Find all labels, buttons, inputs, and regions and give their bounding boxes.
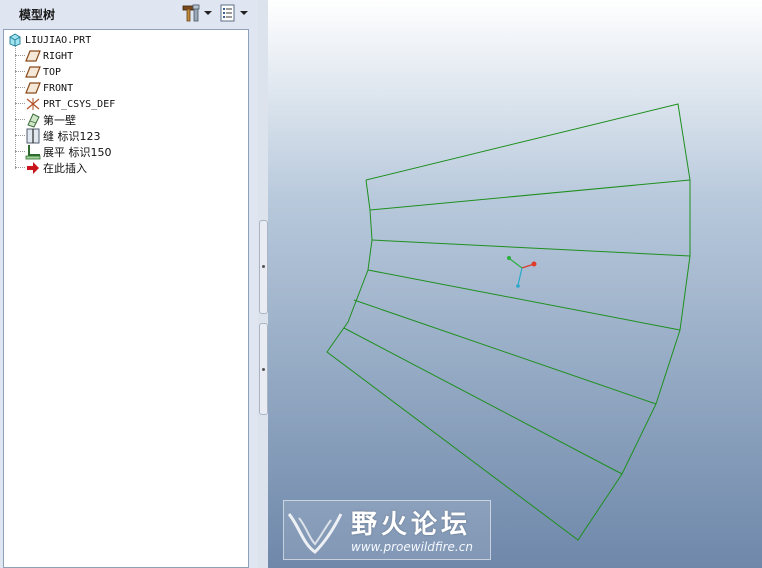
unbend-feature-icon <box>25 144 41 160</box>
tree-item-label: RIGHT <box>43 50 74 62</box>
model-tree-panel: 模型树 LIUJIAO.PRT RIGHT TOP FRONT PRT_CSYS… <box>0 0 259 568</box>
model-tree-header: 模型树 <box>0 0 258 28</box>
fold-line <box>369 179 691 211</box>
tree-connector <box>15 119 25 120</box>
flattened-geometry <box>326 103 691 541</box>
watermark-title: 野火论坛 <box>351 510 472 540</box>
datum-plane-icon <box>25 80 41 96</box>
outline-outer-edge <box>326 103 691 541</box>
grip-dot-icon <box>262 368 265 371</box>
tree-item-label: 缝 标识123 <box>43 130 101 143</box>
chevron-down-icon <box>240 11 248 15</box>
fold-line <box>343 327 623 475</box>
flame-logo-icon <box>285 504 345 560</box>
tree-item-label: 在此插入 <box>43 162 87 175</box>
coordinate-triad-icon <box>507 256 537 288</box>
coordinate-system-icon <box>25 96 41 112</box>
tree-connector <box>15 103 25 104</box>
splitter-grip[interactable] <box>259 323 268 415</box>
rip-feature-icon <box>25 128 41 144</box>
grip-dot-icon <box>262 265 265 268</box>
datum-plane-icon <box>25 48 41 64</box>
chevron-down-icon <box>204 11 212 15</box>
fold-line <box>353 299 657 405</box>
tree-item-front[interactable]: FRONT <box>25 80 73 96</box>
tree-item-label: 展平 标识150 <box>43 146 112 159</box>
tree-item-csys[interactable]: PRT_CSYS_DEF <box>25 96 115 112</box>
fold-line <box>371 239 691 257</box>
forum-watermark: 野火论坛 www.proewildfire.cn <box>283 500 491 560</box>
part-icon <box>7 32 23 48</box>
tree-item-label: 第一壁 <box>43 114 76 127</box>
sheetmetal-wall-icon <box>25 112 41 128</box>
tree-item-right[interactable]: RIGHT <box>25 48 73 64</box>
tree-connector <box>15 167 25 168</box>
datum-plane-icon <box>25 64 41 80</box>
tree-connector <box>15 87 25 88</box>
tree-connector-line <box>15 42 16 169</box>
tree-item-label: TOP <box>43 66 62 78</box>
tree-item-label: PRT_CSYS_DEF <box>43 98 116 110</box>
tree-connector <box>15 135 25 136</box>
tree-item-first-wall[interactable]: 第一壁 <box>25 112 76 128</box>
tree-connector <box>15 71 25 72</box>
tree-connector <box>15 55 25 56</box>
show-tool-button[interactable] <box>219 3 248 23</box>
insert-here-arrow-icon <box>25 160 41 176</box>
tree-connector <box>15 151 25 152</box>
tree-item-insert-here[interactable]: 在此插入 <box>25 160 87 176</box>
tree-item-top[interactable]: TOP <box>25 64 61 80</box>
tree-root-label: LIUJIAO.PRT <box>25 34 92 46</box>
hammer-wrench-icon <box>181 4 201 22</box>
list-view-icon <box>219 4 237 22</box>
tree-root[interactable]: LIUJIAO.PRT <box>7 32 91 48</box>
graphics-viewport[interactable] <box>268 0 762 568</box>
settings-tool-button[interactable] <box>181 3 212 23</box>
tree-item-rip[interactable]: 缝 标识123 <box>25 128 101 144</box>
tree-item-unbend[interactable]: 展平 标识150 <box>25 144 112 160</box>
panel-splitter[interactable] <box>258 0 268 568</box>
splitter-grip[interactable] <box>259 220 268 314</box>
watermark-url: www.proewildfire.cn <box>351 540 473 554</box>
model-tree-title: 模型树 <box>19 8 56 22</box>
model-tree: LIUJIAO.PRT RIGHT TOP FRONT PRT_CSYS_DEF… <box>3 29 249 568</box>
tree-item-label: FRONT <box>43 82 74 94</box>
